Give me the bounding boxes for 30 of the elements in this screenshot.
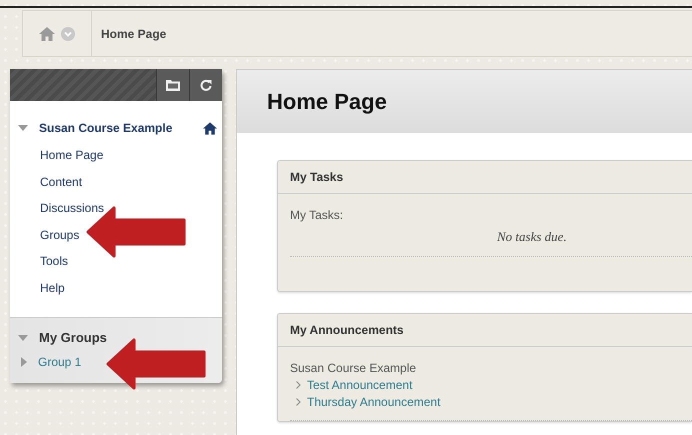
menu-item[interactable]: Groups bbox=[40, 222, 80, 248]
menu-item[interactable]: Content bbox=[40, 168, 82, 195]
chevron-icon bbox=[296, 381, 301, 389]
announcement-link[interactable]: Thursday Announcement bbox=[307, 395, 440, 409]
folder-icon bbox=[166, 79, 180, 91]
refresh-icon bbox=[200, 79, 212, 91]
menu-item[interactable]: Home Page bbox=[40, 142, 104, 168]
collapse-icon[interactable] bbox=[18, 125, 28, 131]
tasks-label: My Tasks: bbox=[290, 208, 344, 222]
section-title[interactable]: My Groups bbox=[39, 330, 107, 345]
chevron-icon bbox=[296, 398, 301, 406]
course-name: Susan Course Example bbox=[290, 361, 418, 375]
folder-button[interactable] bbox=[156, 69, 189, 101]
home-icon[interactable] bbox=[39, 26, 55, 40]
expand-icon[interactable] bbox=[21, 357, 27, 367]
breadcrumb-current: Home Page bbox=[100, 26, 166, 40]
menu-item[interactable]: Help bbox=[40, 274, 65, 301]
dropdown-icon[interactable] bbox=[61, 26, 75, 40]
refresh-button[interactable] bbox=[189, 69, 222, 101]
menu-item[interactable]: Tools bbox=[40, 248, 68, 274]
page-title: Home Page bbox=[267, 88, 387, 114]
course-title[interactable]: Susan Course Example bbox=[39, 121, 203, 135]
module-title: My Tasks bbox=[290, 170, 344, 184]
home-icon bbox=[203, 122, 217, 134]
group-link[interactable]: Group 1 bbox=[38, 355, 82, 369]
menu-item[interactable]: Discussions bbox=[40, 195, 104, 222]
module-title: My Announcements bbox=[290, 323, 404, 337]
empty-message: No tasks due. bbox=[497, 229, 568, 245]
announcement-link[interactable]: Test Announcement bbox=[307, 378, 412, 392]
collapse-icon[interactable] bbox=[18, 334, 28, 340]
